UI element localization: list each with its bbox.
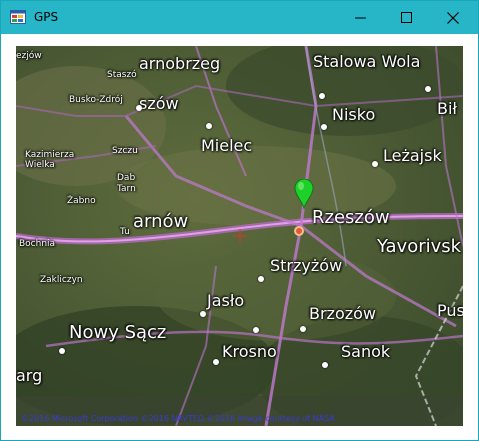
city-label-jedrzejow: ezjów: [16, 51, 42, 61]
city-label-strzyzow: Strzyżów: [270, 256, 343, 275]
city-label-szczucin: Szczu: [112, 146, 138, 156]
city-label-tarnobrzeg: arnobrzeg: [139, 54, 221, 73]
city-label-mielec: Mielec: [201, 136, 253, 155]
location-pin-icon[interactable]: [294, 179, 314, 209]
crosshair-icon: [233, 229, 247, 243]
city-dot: [200, 311, 206, 317]
city-label-nowy-sacz: Nowy Sącz: [69, 322, 167, 343]
city-label-nisko: Nisko: [332, 105, 376, 124]
city-dot: [319, 93, 325, 99]
city-label-jaslo: Jasło: [207, 291, 245, 310]
title-bar[interactable]: GPS: [1, 1, 478, 34]
city-label-sanok: Sanok: [341, 342, 391, 361]
window-title: GPS: [34, 10, 59, 24]
city-label-busko: Busko-Zdrój: [69, 95, 123, 105]
close-button[interactable]: [430, 1, 476, 34]
maximize-button[interactable]: [384, 1, 430, 34]
city-label-dabrowa-b: Tarn: [117, 184, 136, 194]
city-label-tarnow: arnów: [133, 211, 189, 232]
client-area: Stalowa Wola arnobrzeg Staszó szów ezjów…: [1, 34, 478, 440]
gps-window: GPS Stalowa Wola arnobrzeg Staszó szów e…: [0, 0, 479, 441]
city-dot: [213, 359, 219, 365]
city-dot: [136, 105, 142, 111]
city-dot: [206, 123, 212, 129]
city-label-bochnia: Bochnia: [19, 239, 56, 249]
maximize-icon: [401, 11, 412, 23]
city-dot: [59, 348, 65, 354]
city-label-brzozow: Brzozów: [309, 304, 377, 323]
city-dot: [300, 326, 306, 332]
satellite-map[interactable]: Stalowa Wola arnobrzeg Staszó szów ezjów…: [16, 46, 463, 426]
city-label-tuchow: Tu: [120, 227, 130, 237]
app-window-icon: [10, 10, 26, 24]
city-label-rzeszow: Rzeszów: [312, 207, 390, 228]
city-label-stalowa-wola: Stalowa Wola: [313, 52, 421, 71]
current-location-dot: [294, 226, 304, 236]
city-label-krosno: Krosno: [222, 342, 277, 361]
city-label-zakliczyn: Zakliczyn: [40, 275, 83, 285]
close-icon: [447, 11, 459, 24]
city-label-staszow-a: Staszó: [107, 70, 137, 80]
city-dot: [321, 124, 327, 130]
minimize-button[interactable]: [338, 1, 384, 34]
map-copyright: ©2016 Microsoft Corporation ©2016 NAVTEQ…: [21, 414, 335, 423]
city-label-bilgoraj: Bił: [437, 99, 457, 118]
city-label-limanowa: arg: [16, 366, 43, 385]
city-label-staszow-b: szów: [139, 94, 179, 113]
city-dot: [253, 327, 259, 333]
city-label-dabrowa-a: Dab: [117, 173, 136, 183]
city-dot: [322, 362, 328, 368]
city-dot: [425, 86, 431, 92]
minimize-icon: [355, 17, 366, 18]
city-label-yavorivsk: Yavorivsk: [377, 236, 462, 257]
city-label-zabno: Żabno: [67, 196, 96, 206]
city-label-kazimierza: Kazimierza Wielka: [25, 150, 75, 170]
city-dot: [372, 161, 378, 167]
city-label-przemysl: Pus: [437, 301, 463, 320]
city-label-lezajsk: Leżajsk: [383, 146, 442, 165]
city-dot: [258, 276, 264, 282]
